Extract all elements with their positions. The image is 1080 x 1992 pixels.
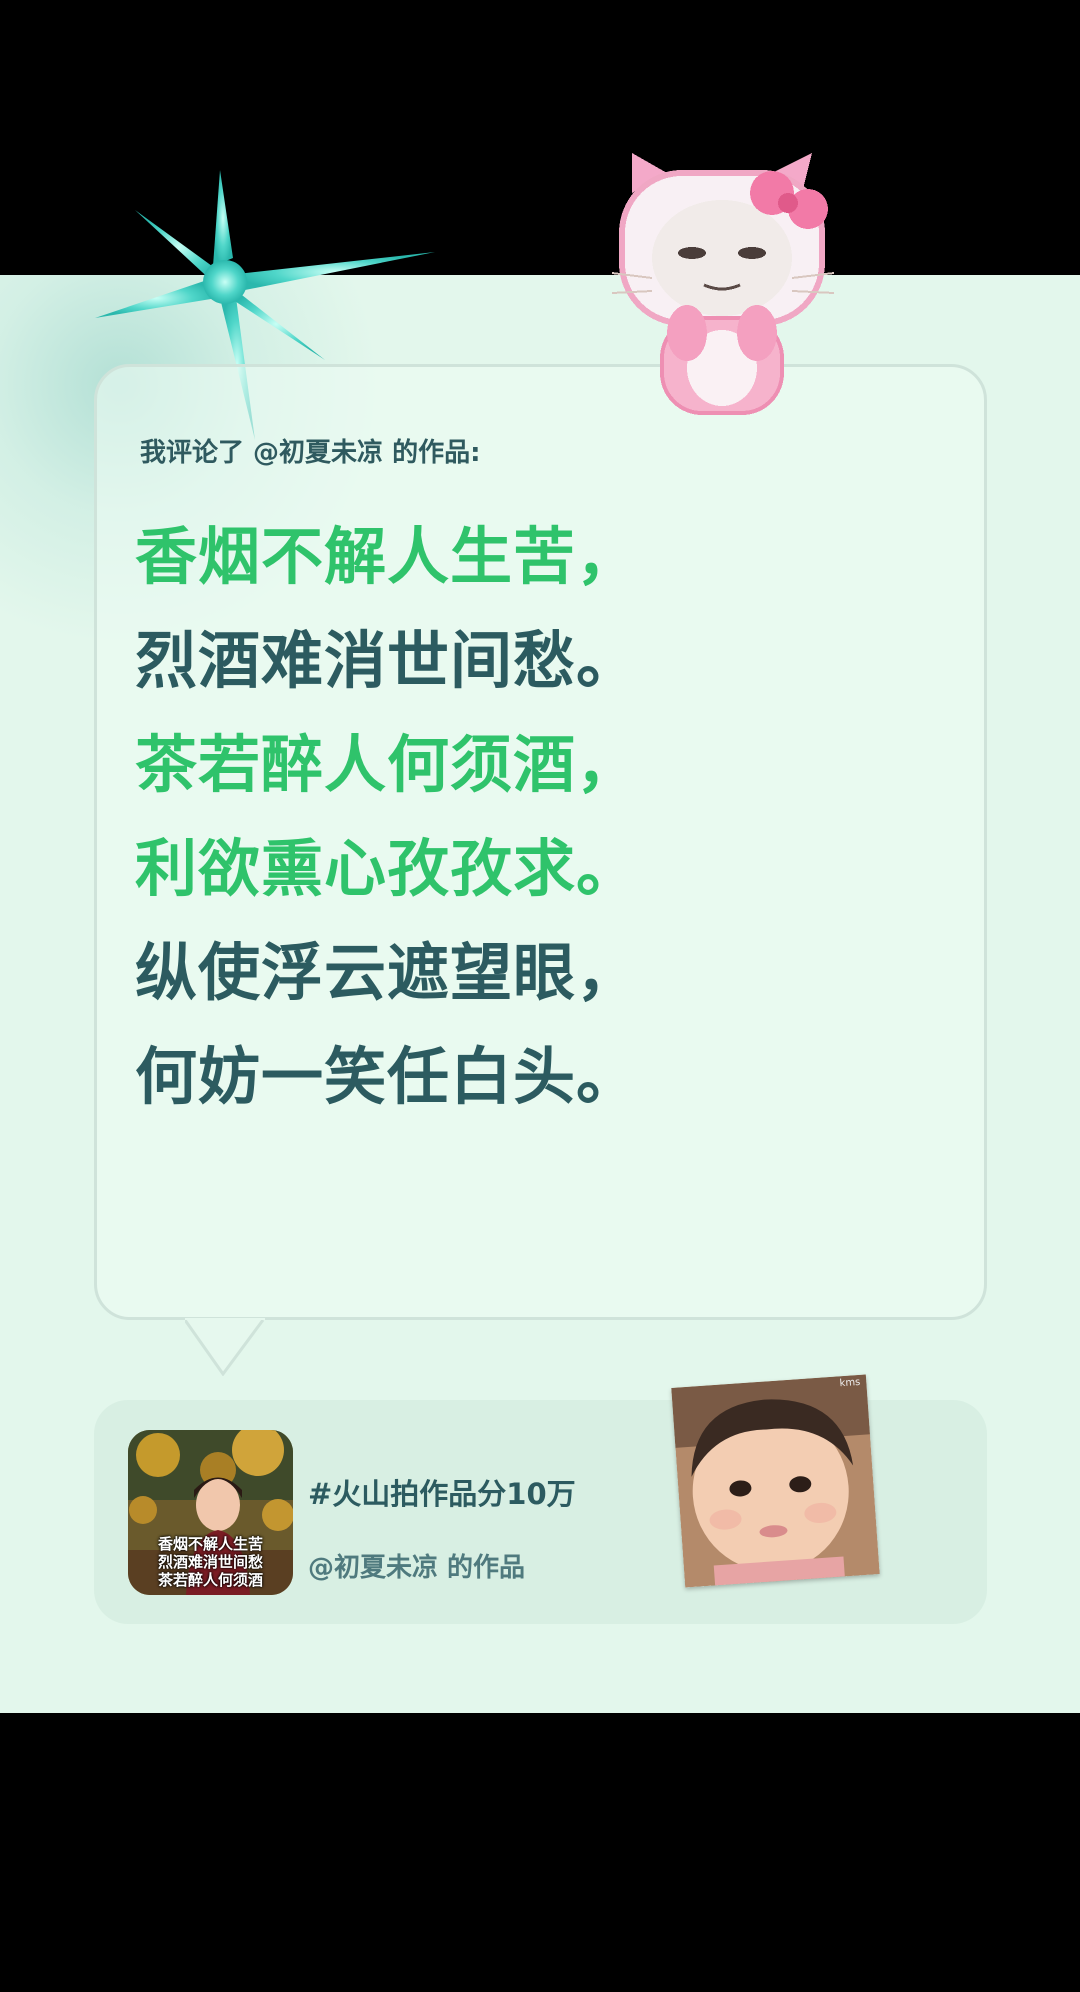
- poem-line-4: 利欲熏心孜孜求。: [135, 832, 640, 905]
- baby-face-sticker: kms: [671, 1374, 880, 1588]
- poem-line-2: 烈酒难消世间愁。: [135, 624, 640, 697]
- work-thumbnail[interactable]: 香烟不解人生苦 烈酒难消世间愁 茶若醉人何须酒: [128, 1430, 293, 1595]
- poem-line-6: 何妨一笑任白头。: [135, 1040, 640, 1113]
- work-hashtag[interactable]: #火山拍作品分10万: [308, 1471, 576, 1513]
- poem-line-3: 茶若醉人何须酒，: [135, 728, 640, 801]
- kitty-sticker: [612, 153, 834, 415]
- comment-header: 我评论了 @初夏未凉 的作品:: [140, 438, 481, 468]
- bubble-tail: [185, 1318, 265, 1376]
- thumbnail-caption-2: 烈酒难消世间愁: [157, 1553, 263, 1571]
- thumbnail-caption-3: 茶若醉人何须酒: [157, 1571, 263, 1589]
- work-author[interactable]: @初夏未凉 的作品: [308, 1547, 525, 1584]
- poem-line-5: 纵使浮云遮望眼，: [135, 936, 640, 1009]
- watermark: kms: [839, 1376, 861, 1390]
- thumbnail-caption-1: 香烟不解人生苦: [157, 1535, 263, 1553]
- poem-text: 香烟不解人生苦， 烈酒难消世间愁。 茶若醉人何须酒， 利欲熏心孜孜求。 纵使浮云…: [135, 505, 639, 1129]
- poem-line-1: 香烟不解人生苦，: [135, 520, 640, 593]
